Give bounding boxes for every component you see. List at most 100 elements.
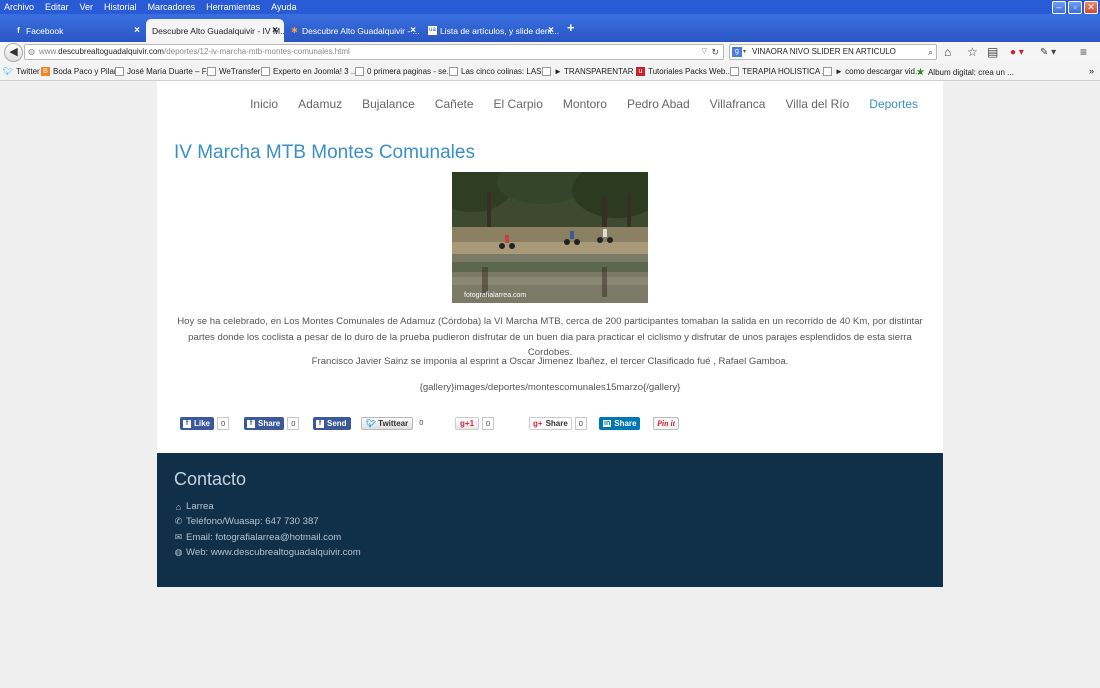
article-photo: fotografialarrea.com <box>452 172 648 303</box>
tab-label: Lista de artículos, y slide dent... <box>440 25 560 36</box>
search-engine-dropdown-icon[interactable]: ▾ <box>743 45 746 59</box>
extension-icon[interactable]: ✎ ▾ <box>1040 45 1056 60</box>
pinterest-widget: Pin it <box>653 417 680 430</box>
blogger-icon: B <box>41 67 50 76</box>
tab-label: Facebook <box>26 25 64 36</box>
nav-pedro-abad[interactable]: Pedro Abad <box>617 97 700 111</box>
menu-archivo[interactable]: Archivo <box>0 2 40 12</box>
nav-bujalance[interactable]: Bujalance <box>352 97 425 111</box>
linkedin-share-button[interactable]: in Share <box>599 417 641 430</box>
facebook-icon: f <box>17 26 20 35</box>
menu-ver[interactable]: Ver <box>75 2 100 12</box>
close-tab-icon[interactable]: × <box>410 25 416 36</box>
bookmark-descargar[interactable]: ► como descargar vid... <box>823 67 922 76</box>
article-title[interactable]: IV Marcha MTB Montes Comunales <box>174 142 475 164</box>
url-bar[interactable]: ◍ www.descubrealtoguadalquivir.com/depor… <box>24 44 724 60</box>
page-icon <box>115 67 124 76</box>
bookmark-jose-maria[interactable]: José María Duarte – F... <box>115 67 212 76</box>
bookmark-joomla[interactable]: Experto en Joomla! 3 ... <box>261 67 358 76</box>
nav-montoro[interactable]: Montoro <box>553 97 617 111</box>
envelope-icon: ✉ <box>174 532 183 542</box>
bookmark-boda[interactable]: B Boda Paco y Pilar <box>41 67 117 76</box>
close-tab-icon[interactable]: × <box>272 25 278 36</box>
phone-icon: ✆ <box>174 516 183 526</box>
url-host: descubrealtoguadalquivir.com <box>58 47 164 56</box>
close-tab-icon[interactable]: × <box>134 25 140 36</box>
bookmark-transparentar[interactable]: ► TRANSPARENTAR I... <box>542 67 645 76</box>
hamburger-menu-icon[interactable]: ≡ <box>1080 45 1087 60</box>
menu-ayuda[interactable]: Ayuda <box>266 2 302 12</box>
bookmark-primera-paginas[interactable]: 0 primera paginas - se... <box>355 67 453 76</box>
pin-it-button[interactable]: Pin it <box>653 417 680 430</box>
facebook-send-button[interactable]: f Send <box>313 417 351 430</box>
gplus-share-count: 0 <box>574 417 587 430</box>
new-tab-icon[interactable]: + <box>567 20 575 35</box>
home-icon[interactable]: ⌂ <box>944 45 951 60</box>
contact-web: ◍ Web: www.descubrealtoguadalquivir.com <box>174 547 361 558</box>
bookmark-album[interactable]: ★ Album digital: crea un ... <box>916 67 1014 78</box>
gplus-share-button[interactable]: g+ Share <box>529 417 572 430</box>
twitter-icon: 🐦︎ <box>3 67 14 76</box>
site-icon: u <box>636 67 645 76</box>
home-icon: ⌂ <box>175 501 182 512</box>
nav-adamuz[interactable]: Adamuz <box>288 97 352 111</box>
menu-marcadores[interactable]: Marcadores <box>143 2 202 12</box>
search-input[interactable]: g ▾ VINAORA NIVO SLIDER EN ARTICULO ⌕ <box>729 44 937 60</box>
facebook-share-button[interactable]: f Share <box>244 417 285 430</box>
menu-editar[interactable]: Editar <box>40 2 75 12</box>
bookmark-star-icon[interactable]: ☆ <box>967 45 978 60</box>
tweet-count: 0 <box>416 417 427 430</box>
facebook-icon: f <box>316 419 324 428</box>
twitter-widget: 🐦︎ Twittear 0 <box>361 417 427 430</box>
facebook-like-button[interactable]: f Like <box>180 417 215 430</box>
cyclists-by-lake-image <box>452 172 648 303</box>
tab-descubre-active[interactable]: Descubre Alto Guadalquivir - IV M... × <box>146 19 284 42</box>
bookmarks-list-icon[interactable]: ▤ <box>987 45 998 60</box>
globe-icon: ◍ <box>28 47 35 56</box>
tab-label: Descubre Alto Guadalquivir - IV M... <box>152 25 284 36</box>
maximize-icon[interactable]: ▫ <box>1068 1 1082 14</box>
site-icon: ua <box>428 26 437 35</box>
tab-lista-articulos[interactable]: ua Lista de artículos, y slide dent... × <box>422 19 560 42</box>
article-paragraph-3: {gallery}images/deportes/montescomunales… <box>419 382 681 393</box>
nav-el-carpio[interactable]: El Carpio <box>484 97 553 111</box>
page-icon <box>542 67 551 76</box>
gplus-share-widget: g+ Share 0 <box>529 417 587 430</box>
gplus-one-button[interactable]: g+1 <box>455 417 480 430</box>
tab-strip: f Facebook × Descubre Alto Guadalquivir … <box>0 14 1100 42</box>
url-dropdown-icon[interactable]: ▽ <box>702 45 707 59</box>
facebook-icon: f <box>183 419 191 428</box>
bookmarks-overflow-icon[interactable]: » <box>1089 66 1094 76</box>
back-button[interactable]: ◀ <box>4 43 23 62</box>
gplus-widget: g+1 0 <box>455 417 495 430</box>
bookmark-wetransfer[interactable]: WeTransfer <box>207 67 260 76</box>
tab-facebook[interactable]: f Facebook × <box>8 19 146 42</box>
tab-descubre-2[interactable]: ✱ Descubre Alto Guadalquivir - ... × <box>284 19 422 42</box>
bookmark-twitter[interactable]: 🐦︎ Twitter <box>3 67 40 76</box>
page-icon <box>261 67 270 76</box>
facebook-share-widget: f Share 0 <box>244 417 300 430</box>
reload-icon[interactable]: ↻ <box>711 45 719 59</box>
bookmark-terapia[interactable]: TERAPIA HOLISTICA ... <box>730 67 829 76</box>
menu-bar: Archivo Editar Ver Historial Marcadores … <box>0 0 1100 14</box>
nav-inicio[interactable]: Inicio <box>240 97 288 111</box>
page-icon <box>730 67 739 76</box>
minimize-icon[interactable]: – <box>1052 1 1066 14</box>
menu-herramientas[interactable]: Herramientas <box>201 2 266 12</box>
magnifier-icon[interactable]: ⌕ <box>928 45 933 59</box>
tweet-button[interactable]: 🐦︎ Twittear <box>361 417 414 430</box>
tab-label: Descubre Alto Guadalquivir - ... <box>302 25 420 36</box>
joomla-icon: ✱ <box>291 26 298 35</box>
share-count: 0 <box>287 417 300 430</box>
nav-villa-del-rio[interactable]: Villa del Río <box>775 97 859 111</box>
search-value: VINAORA NIVO SLIDER EN ARTICULO <box>752 47 896 56</box>
nav-villafranca[interactable]: Villafranca <box>700 97 776 111</box>
close-window-icon[interactable]: ✕ <box>1084 1 1098 14</box>
close-tab-icon[interactable]: × <box>548 25 554 36</box>
bookmark-cinco-colinas[interactable]: Las cinco colinas: LAS ... <box>449 67 550 76</box>
nav-canete[interactable]: Cañete <box>425 97 484 111</box>
adblock-icon[interactable]: ● ▾ <box>1010 45 1024 60</box>
bookmark-tutoriales[interactable]: u Tutoriales Packs Web... <box>636 67 732 76</box>
menu-historial[interactable]: Historial <box>99 2 143 12</box>
nav-deportes[interactable]: Deportes <box>859 97 928 111</box>
